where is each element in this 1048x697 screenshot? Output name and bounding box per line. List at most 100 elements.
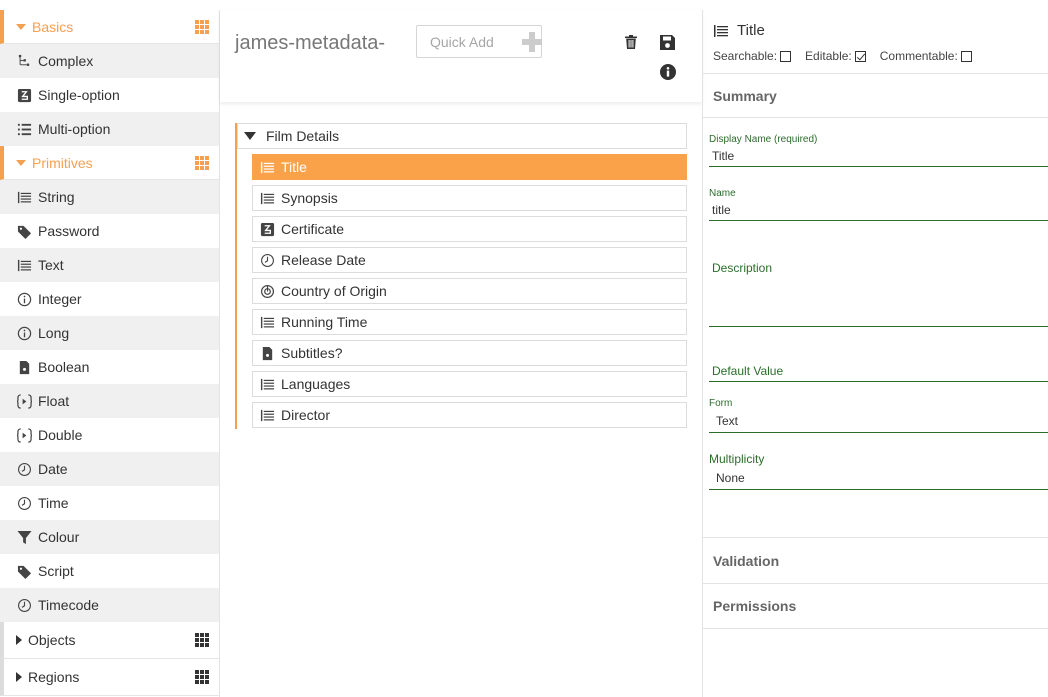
plus-icon[interactable] [522,31,542,52]
tree-field-label: Certificate [281,221,345,237]
clock-icon [16,597,32,613]
name-field[interactable]: title [709,199,1048,221]
sidebar-item-label: Text [38,257,64,273]
sidebar-item-label: Single-option [38,87,120,103]
sidebar-item-colour[interactable]: Colour [0,520,219,554]
sidebar-item-label: Colour [38,529,80,545]
tree-field-running-time[interactable]: Running Time [252,309,687,335]
properties-flags: Searchable: Editable: Commentable: [713,49,986,63]
sidebar-item-boolean[interactable]: Boolean [0,350,219,384]
text-lines-icon [16,257,32,273]
field-properties: Title Searchable: Editable: Commentable:… [702,10,1048,697]
tree-field-label: Languages [281,376,351,392]
form-select[interactable]: Text [709,409,1048,433]
summary-section-title[interactable]: Summary [703,74,1048,118]
display-name-field[interactable]: Title [709,145,1048,167]
default-value-field[interactable]: Default Value [709,364,1048,382]
schema-editor: james-metadata- Quick Add Film Details T… [220,10,702,697]
sidebar-item-script[interactable]: Script [0,554,219,588]
section-label: Basics [32,18,74,35]
grid-icon[interactable] [195,20,209,34]
tree-field-label: Release Date [281,252,366,268]
tree-field-label: Subtitles? [281,345,343,361]
sidebar-item-label: Multi-option [38,121,111,137]
sidebar-item-complex[interactable]: Complex [0,44,219,78]
grid-icon[interactable] [195,156,209,170]
tag-icon [16,223,32,239]
form-label: Form [709,398,733,409]
quick-add-input[interactable] [428,27,520,56]
sidebar-section-primitives[interactable]: Primitives [0,146,219,180]
grid-icon[interactable] [195,633,209,647]
filter-icon [16,529,32,545]
sidebar-item-date[interactable]: Date [0,452,219,486]
description-field[interactable] [709,275,1048,327]
info-icon[interactable] [660,64,676,80]
commentable-label: Commentable: [879,49,958,63]
properties-title: Title [713,22,765,39]
commentable-checkbox[interactable] [960,50,972,62]
trash-icon[interactable] [625,35,637,49]
form-group: Form Text [709,398,1048,433]
properties-title-text: Title [737,22,765,39]
caret-right-icon [16,672,22,682]
tree-field-country-of-origin[interactable]: Country of Origin [252,278,687,304]
grid-icon[interactable] [195,670,209,684]
sidebar-item-timecode[interactable]: Timecode [0,588,219,622]
tree-field-synopsis[interactable]: Synopsis [252,185,687,211]
sidebar-item-label: Script [38,563,74,579]
sidebar-item-label: Timecode [38,597,99,613]
sidebar-item-label: String [38,189,75,205]
schema-header: james-metadata- [220,10,702,102]
text-lines-icon [259,159,275,175]
sidebar: Basics Complex Single-option Multi-option … [0,10,220,697]
sidebar-item-integer[interactable]: Integer [0,282,219,316]
tree-field-label: Synopsis [281,190,338,206]
tree-group-film-details[interactable]: Film Details [237,123,687,149]
text-lines-icon [259,376,275,392]
tree-group-label: Film Details [266,128,340,144]
sidebar-item-double[interactable]: Double [0,418,219,452]
multiplicity-select[interactable]: None [709,466,1048,490]
tree-field-label: Director [281,407,331,423]
properties-header: Title Searchable: Editable: Commentable: [703,10,1048,74]
sidebar-item-long[interactable]: Long [0,316,219,350]
text-lines-icon [259,190,275,206]
single-option-icon [16,87,32,103]
editable-checkbox[interactable] [854,50,866,62]
link-icon [259,283,275,299]
sidebar-section-objects[interactable]: Objects [0,622,219,659]
tree-field-director[interactable]: Director [252,402,687,428]
editable-label: Editable: [805,49,852,63]
sidebar-section-regions[interactable]: Regions [0,659,219,696]
tree-field-release-date[interactable]: Release Date [252,247,687,273]
tree-field-certificate[interactable]: Certificate [252,216,687,242]
sidebar-item-password[interactable]: Password [0,214,219,248]
multiplicity-label: Multiplicity [709,452,765,466]
validation-section-title[interactable]: Validation [703,537,1048,583]
sidebar-item-single-option[interactable]: Single-option [0,78,219,112]
file-icon [16,359,32,375]
sidebar-item-time[interactable]: Time [0,486,219,520]
tag-icon [16,563,32,579]
save-icon[interactable] [660,35,675,50]
tree-children: Title Synopsis Certificate Release Date Coun… [252,154,687,428]
sidebar-item-multi-option[interactable]: Multi-option [0,112,219,146]
searchable-checkbox[interactable] [780,50,792,62]
tree-field-label: Running Time [281,314,368,330]
sidebar-item-text[interactable]: Text [0,248,219,282]
section-label: Regions [28,669,80,685]
sidebar-item-string[interactable]: String [0,180,219,214]
sidebar-item-label: Password [38,223,100,239]
tree-field-subtitles[interactable]: Subtitles? [252,340,687,366]
tree-field-title[interactable]: Title [252,154,687,180]
schema-name[interactable]: james-metadata- [235,32,385,55]
tree-field-languages[interactable]: Languages [252,371,687,397]
sidebar-item-float[interactable]: Float [0,384,219,418]
name-label: Name [709,188,736,199]
tree-field-label: Country of Origin [281,283,387,299]
caret-down-icon [16,23,26,30]
permissions-section-title[interactable]: Permissions [703,583,1048,629]
multiplicity-group: Multiplicity None [709,452,1048,490]
sidebar-section-basics[interactable]: Basics [0,10,219,44]
